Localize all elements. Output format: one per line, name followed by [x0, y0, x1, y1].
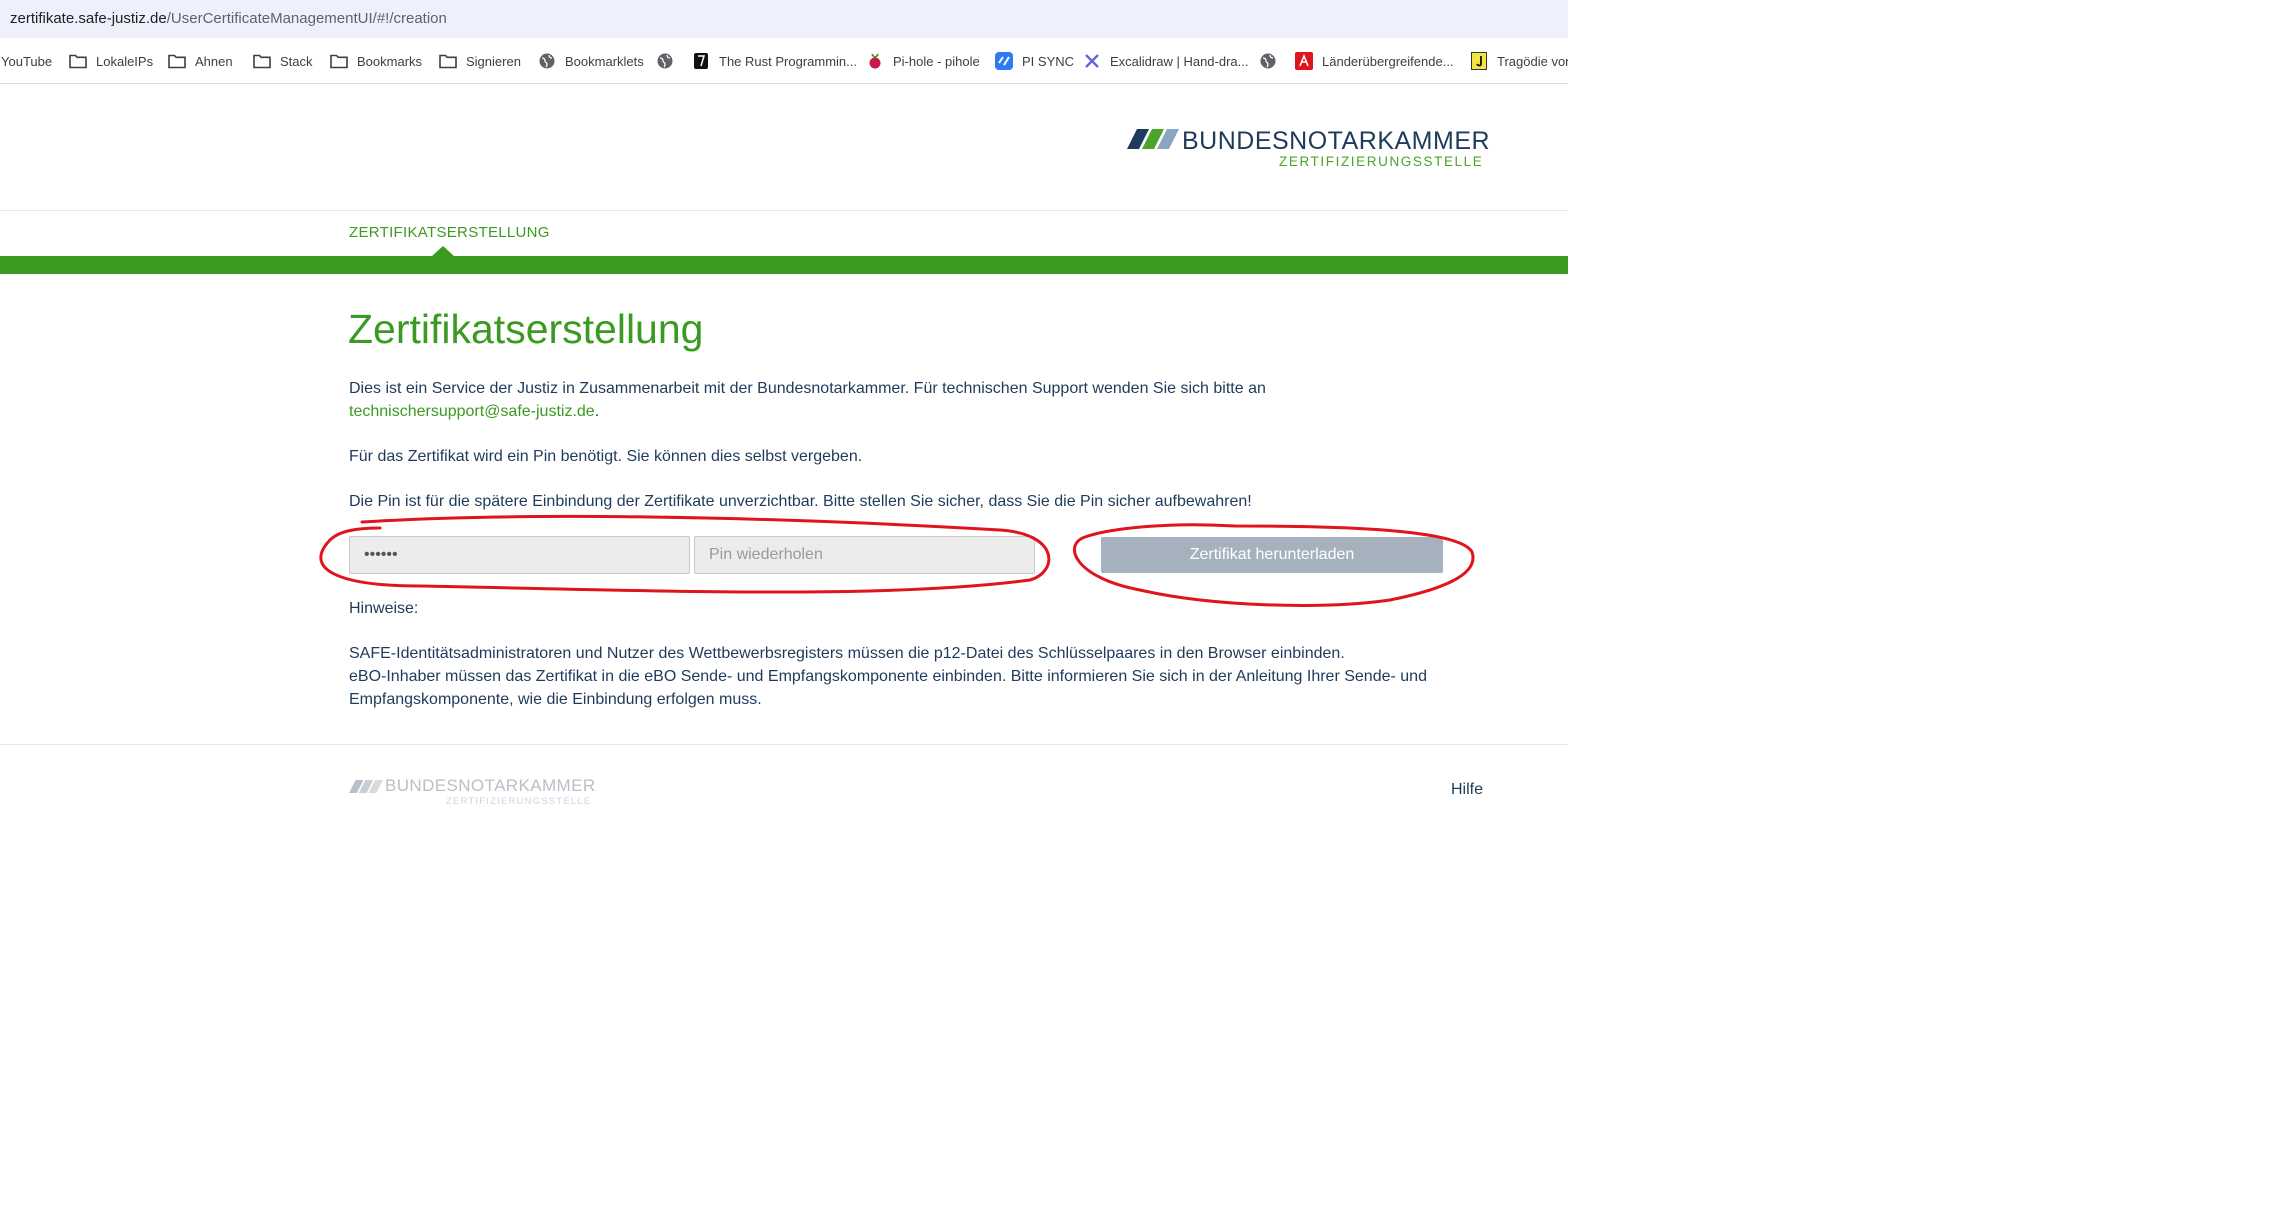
- page-title: Zertifikatserstellung: [348, 306, 704, 352]
- tab-zertifikatserstellung[interactable]: ZERTIFIKATSERSTELLUNG: [349, 224, 550, 241]
- bookmark-excalidraw[interactable]: Excalidraw | Hand-dra...: [1083, 51, 1249, 71]
- bookmark-youtube[interactable]: YouTube: [1, 51, 52, 71]
- bookmark-label: Signieren: [466, 53, 521, 69]
- rust-book-icon: [692, 52, 710, 70]
- bookmark-label: YouTube: [1, 53, 53, 69]
- bookmark-bookmarklets[interactable]: Bookmarklets: [538, 51, 644, 71]
- red-app-icon: [1295, 52, 1313, 70]
- logo-subtitle: ZERTIFIZIERUNGSSTELLE: [1279, 154, 1484, 169]
- url-path: /UserCertificateManagementUI/#!/creation: [166, 10, 447, 27]
- bookmark-pi-sync[interactable]: PI SYNC: [995, 51, 1074, 71]
- bookmarks-bar: YouTube LokaleIPs Ahnen Stack Bookmarks …: [0, 38, 1568, 84]
- url-host: zertifikate.safe-justiz.de: [10, 10, 167, 27]
- bookmark-label: Bookmarklets: [565, 53, 644, 69]
- folder-icon: [69, 52, 87, 70]
- footer-divider: [0, 744, 1568, 745]
- globe-icon: [1259, 52, 1277, 70]
- footer-logo-name: BUNDESNOTARKAMMER: [385, 776, 596, 795]
- bookmark-label: Bookmarks: [357, 53, 423, 69]
- bookmark-tragoedie[interactable]: Tragödie von: [1470, 51, 1568, 71]
- bookmark-label: Pi-hole - pihole: [893, 53, 980, 69]
- footer-logo-subtitle: ZERTIFIZIERUNGSSTELLE: [446, 796, 592, 807]
- address-bar[interactable]: zertifikate.safe-justiz.de/UserCertifica…: [0, 0, 1568, 38]
- bookmark-globe-2[interactable]: [1259, 51, 1286, 71]
- bookmark-laenderuebergreifende[interactable]: Länderübergreifende...: [1295, 51, 1454, 71]
- note-ebo-line1: eBO-Inhaber müssen das Zertifikat in die…: [349, 668, 1427, 685]
- intro-period: .: [594, 403, 600, 420]
- folder-icon: [168, 52, 186, 70]
- bookmark-label: LokaleIPs: [96, 53, 154, 69]
- globe-icon: [656, 52, 674, 70]
- bookmark-pihole[interactable]: Pi-hole - pihole: [866, 51, 980, 71]
- bookmark-label: Excalidraw | Hand-dra...: [1110, 53, 1249, 69]
- active-tab-caret-icon: [432, 246, 454, 256]
- bookmark-rust-book[interactable]: The Rust Programmin...: [692, 51, 857, 71]
- note-safe: SAFE-Identitätsadministratoren und Nutze…: [349, 645, 1345, 662]
- bookmark-label: PI SYNC: [1022, 53, 1075, 69]
- excalidraw-icon: [1083, 52, 1101, 70]
- raspberry-icon: [866, 52, 884, 70]
- pi-sync-icon: [995, 52, 1013, 70]
- pin-info-text: Für das Zertifikat wird ein Pin benötigt…: [349, 448, 863, 465]
- globe-icon: [538, 52, 556, 70]
- yellow-j-icon: [1470, 52, 1488, 70]
- bookmark-label: Stack: [280, 53, 313, 69]
- nav-green-bar: [0, 256, 1568, 274]
- bookmark-label: The Rust Programmin...: [719, 53, 857, 69]
- pin-input[interactable]: [349, 536, 690, 574]
- bookmark-folder-bookmarks[interactable]: Bookmarks: [330, 51, 422, 71]
- notes-heading: Hinweise:: [349, 600, 419, 617]
- bookmark-folder-stack[interactable]: Stack: [253, 51, 313, 71]
- intro-line: Dies ist ein Service der Justiz in Zusam…: [349, 380, 1266, 397]
- logo-name: BUNDESNOTARKAMMER: [1182, 127, 1491, 155]
- folder-icon: [253, 52, 271, 70]
- intro-text: Dies ist ein Service der Justiz in Zusam…: [349, 377, 1266, 423]
- support-email-link[interactable]: technischersupport@safe-justiz.de: [349, 403, 595, 420]
- bookmark-folder-ahnen[interactable]: Ahnen: [168, 51, 233, 71]
- note-ebo: eBO-Inhaber müssen das Zertifikat in die…: [349, 665, 1427, 711]
- note-ebo-line2: Empfangskomponente, wie die Einbindung e…: [349, 691, 762, 708]
- bnotk-logo-icon: [1127, 129, 1179, 154]
- download-certificate-button[interactable]: Zertifikat herunterladen: [1101, 537, 1443, 573]
- bookmark-globe[interactable]: [656, 51, 683, 71]
- bookmark-folder-lokaleips[interactable]: LokaleIPs: [69, 51, 153, 71]
- bookmark-folder-signieren[interactable]: Signieren: [439, 51, 521, 71]
- footer-logo-icon: [349, 780, 383, 798]
- folder-icon: [439, 52, 457, 70]
- help-link[interactable]: Hilfe: [1451, 781, 1483, 799]
- bookmark-label: Ahnen: [195, 53, 233, 69]
- pin-warning-text: Die Pin ist für die spätere Einbindung d…: [349, 493, 1252, 510]
- pin-repeat-input[interactable]: [694, 536, 1035, 574]
- folder-icon: [330, 52, 348, 70]
- url-text[interactable]: zertifikate.safe-justiz.de/UserCertifica…: [10, 10, 447, 27]
- bookmark-label: Tragödie von: [1497, 53, 1568, 69]
- bookmark-label: Länderübergreifende...: [1322, 53, 1454, 69]
